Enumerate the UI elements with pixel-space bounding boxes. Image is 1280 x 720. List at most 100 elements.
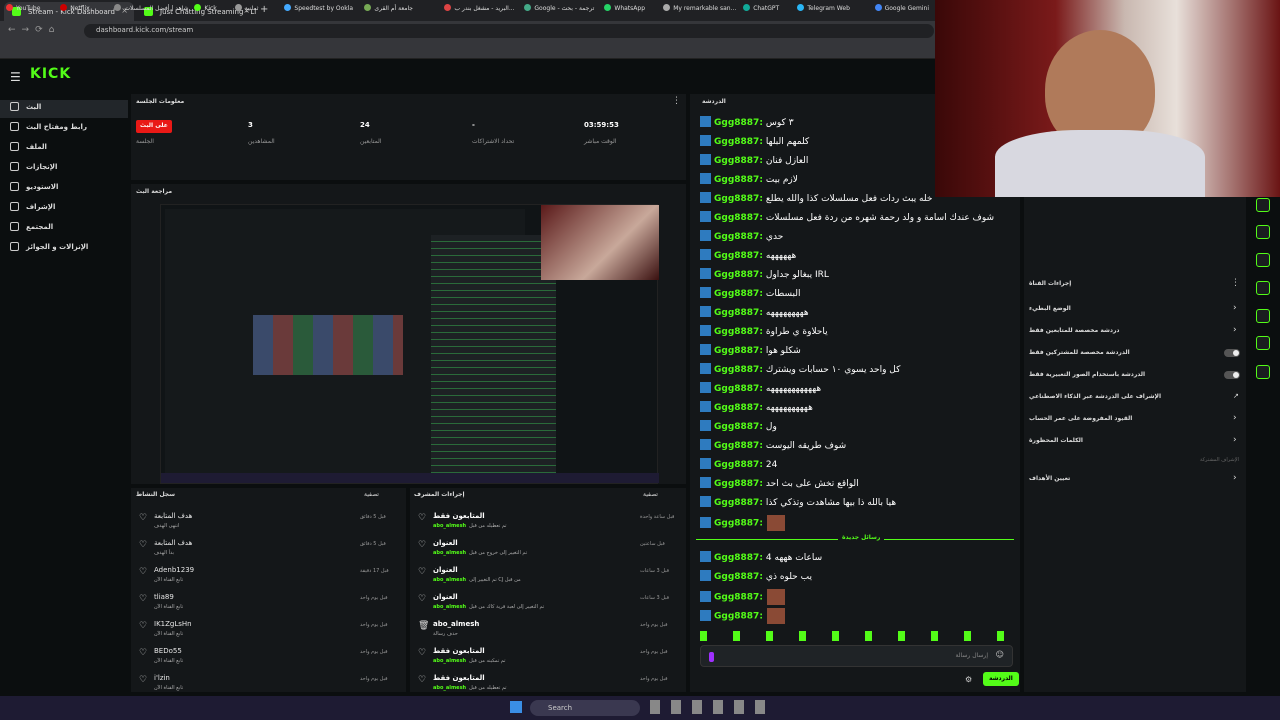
- chat-message[interactable]: Ggg8887:: [700, 515, 785, 531]
- chat-message[interactable]: Ggg8887: ٣ كوس: [700, 116, 794, 132]
- chat-message[interactable]: Ggg8887: هههههههههه: [700, 306, 809, 322]
- bookmark[interactable]: البريد - مشغل بندر ب...: [444, 4, 515, 12]
- chat-username[interactable]: Ggg8887:: [714, 137, 763, 147]
- chat-input[interactable]: إرسال رسالة ☺: [700, 645, 1013, 667]
- chat-username[interactable]: Ggg8887:: [714, 593, 763, 603]
- chat-message[interactable]: Ggg8887: لازم بيت: [700, 173, 798, 189]
- toggle-switch[interactable]: [1224, 349, 1240, 357]
- chat-username[interactable]: Ggg8887:: [714, 346, 763, 356]
- chat-message[interactable]: Ggg8887:: [700, 608, 785, 624]
- emote-bar-icon[interactable]: [700, 631, 1010, 641]
- bookmark[interactable]: My remarkable san...: [663, 4, 736, 12]
- chat-send-button[interactable]: الدردشة: [983, 672, 1019, 686]
- chat-username[interactable]: Ggg8887:: [714, 403, 763, 413]
- bookmark[interactable]: ثمانية: [234, 4, 258, 12]
- taskbar-search[interactable]: Search: [530, 700, 640, 716]
- chat-username[interactable]: Ggg8887:: [714, 327, 763, 337]
- chat-username[interactable]: Ggg8887:: [714, 553, 763, 563]
- emoji-icon[interactable]: ☺: [996, 650, 1004, 659]
- chat-message[interactable]: Ggg8887: هيا بالله ذا بيها مشاهدت وتذكي ك…: [700, 496, 896, 512]
- chat-username[interactable]: Ggg8887:: [714, 460, 763, 470]
- bookmark[interactable]: شاهد | أفضل المسلسلات: [114, 4, 188, 12]
- chat-message[interactable]: Ggg8887: شوف عندك اسامة و ولد رحمة شهره م…: [700, 211, 994, 227]
- rail-tool-icon[interactable]: [1256, 336, 1270, 350]
- toggle-switch[interactable]: [1224, 371, 1240, 379]
- chat-username[interactable]: Ggg8887:: [714, 572, 763, 582]
- settings-row-label[interactable]: الدردشة باستخدام الصور التعبيرية فقط: [1029, 371, 1145, 378]
- chat-username[interactable]: Ggg8887:: [714, 384, 763, 394]
- chat-message[interactable]: Ggg8887: حدي: [700, 230, 783, 246]
- chat-username[interactable]: Ggg8887:: [714, 498, 763, 508]
- bookmark[interactable]: Kick: [194, 4, 217, 12]
- settings-row-label[interactable]: تعيين الأهداف: [1029, 475, 1070, 482]
- modlog-filter-button[interactable]: تصفية: [643, 491, 658, 498]
- activity-filter-button[interactable]: تصفية: [364, 491, 379, 498]
- settings-row-label[interactable]: الوضع البطيء: [1029, 305, 1071, 312]
- taskbar-apps-icon[interactable]: [650, 700, 775, 714]
- settings-gear-icon[interactable]: ⚙: [965, 675, 972, 684]
- settings-row-label[interactable]: القيود المفروضة على عمر الحساب: [1029, 415, 1132, 422]
- bookmark[interactable]: WhatsApp: [604, 4, 645, 12]
- chevron-right-icon[interactable]: ›: [1233, 473, 1237, 483]
- settings-row-label[interactable]: الإشراف على الدردشة عبر الذكاء الاصطناعي: [1029, 393, 1161, 400]
- bookmark[interactable]: ChatGPT: [743, 4, 779, 12]
- chat-username[interactable]: Ggg8887:: [714, 232, 763, 242]
- chat-message[interactable]: Ggg8887: ياحلاوة ي طراوة: [700, 325, 828, 341]
- chat-username[interactable]: Ggg8887:: [714, 422, 763, 432]
- bookmark[interactable]: Telegram Web: [797, 4, 850, 12]
- bookmark[interactable]: Google Gemini: [874, 4, 929, 12]
- chat-message[interactable]: Ggg8887: شوف طريقه اليوست: [700, 439, 846, 455]
- settings-row-label[interactable]: الكلمات المحظورة: [1029, 437, 1083, 444]
- external-link-icon[interactable]: ↗: [1233, 392, 1239, 400]
- chat-message[interactable]: Ggg8887: العازل فنان: [700, 154, 808, 170]
- bookmark[interactable]: Netflix: [60, 4, 90, 12]
- chat-message[interactable]: Ggg8887: خله يبث ردات فعل مسلسلات كذا وال…: [700, 192, 932, 208]
- chat-username[interactable]: Ggg8887:: [714, 308, 763, 318]
- chat-username[interactable]: Ggg8887:: [714, 118, 763, 128]
- kick-logo[interactable]: KICK: [30, 66, 71, 82]
- menu-icon[interactable]: ☰: [10, 70, 21, 84]
- chevron-right-icon[interactable]: ›: [1233, 413, 1237, 423]
- chat-username[interactable]: Ggg8887:: [714, 194, 763, 204]
- chat-message[interactable]: Ggg8887: ههههههههههه: [700, 401, 813, 417]
- chat-message[interactable]: Ggg8887:: [700, 589, 785, 605]
- more-options-icon[interactable]: ⋮: [672, 96, 681, 106]
- chat-username[interactable]: Ggg8887:: [714, 213, 763, 223]
- settings-more-icon[interactable]: ⋮: [1231, 278, 1240, 288]
- rail-tool-icon[interactable]: [1256, 253, 1270, 267]
- windows-start-icon[interactable]: [510, 701, 522, 713]
- chat-username[interactable]: Ggg8887:: [714, 156, 763, 166]
- chat-message[interactable]: Ggg8887: كلمهم البلها: [700, 135, 809, 151]
- chat-username[interactable]: Ggg8887:: [714, 612, 763, 622]
- stream-preview-video[interactable]: [160, 204, 659, 484]
- chat-username[interactable]: Ggg8887:: [714, 519, 763, 529]
- rail-tool-icon[interactable]: [1256, 198, 1270, 212]
- chevron-right-icon[interactable]: ›: [1233, 303, 1237, 313]
- chat-message[interactable]: Ggg8887: يب حلوه ذي: [700, 570, 812, 586]
- bookmark[interactable]: YouTube: [6, 4, 40, 12]
- chat-message[interactable]: Ggg8887: ول: [700, 420, 777, 436]
- chat-message[interactable]: Ggg8887: ساعات هههه 4: [700, 551, 822, 567]
- chat-username[interactable]: Ggg8887:: [714, 270, 763, 280]
- rail-tool-icon[interactable]: [1256, 309, 1270, 323]
- chat-username[interactable]: Ggg8887:: [714, 365, 763, 375]
- chat-username[interactable]: Ggg8887:: [714, 441, 763, 451]
- chat-message[interactable]: Ggg8887: 24: [700, 458, 777, 474]
- bookmark[interactable]: جامعة أم القرى: [364, 4, 413, 12]
- chat-message[interactable]: Ggg8887: البسطات: [700, 287, 801, 303]
- chat-message[interactable]: Ggg8887: كل واحد يسوي ١٠ حسابات ويشترك: [700, 363, 900, 379]
- rail-tool-icon[interactable]: [1256, 281, 1270, 295]
- url-field[interactable]: dashboard.kick.com/stream: [84, 24, 934, 38]
- chat-username[interactable]: Ggg8887:: [714, 175, 763, 185]
- rail-tool-icon[interactable]: [1256, 225, 1270, 239]
- nav-arrows-icon[interactable]: ←→⟳⌂: [8, 25, 60, 35]
- new-tab-button[interactable]: +: [260, 4, 268, 15]
- settings-row-label[interactable]: الدردشة مخصصة للمشتركين فقط: [1029, 349, 1130, 356]
- chevron-right-icon[interactable]: ›: [1233, 325, 1237, 335]
- chat-username[interactable]: Ggg8887:: [714, 479, 763, 489]
- chat-message[interactable]: Ggg8887: يبغالو جداول IRL: [700, 268, 829, 284]
- chat-message[interactable]: Ggg8887: ههههههه: [700, 249, 796, 265]
- chat-message[interactable]: Ggg8887: شكلو هوا: [700, 344, 801, 360]
- chat-message[interactable]: Ggg8887: الواقع تخش على بث احد: [700, 477, 859, 493]
- chevron-right-icon[interactable]: ›: [1233, 435, 1237, 445]
